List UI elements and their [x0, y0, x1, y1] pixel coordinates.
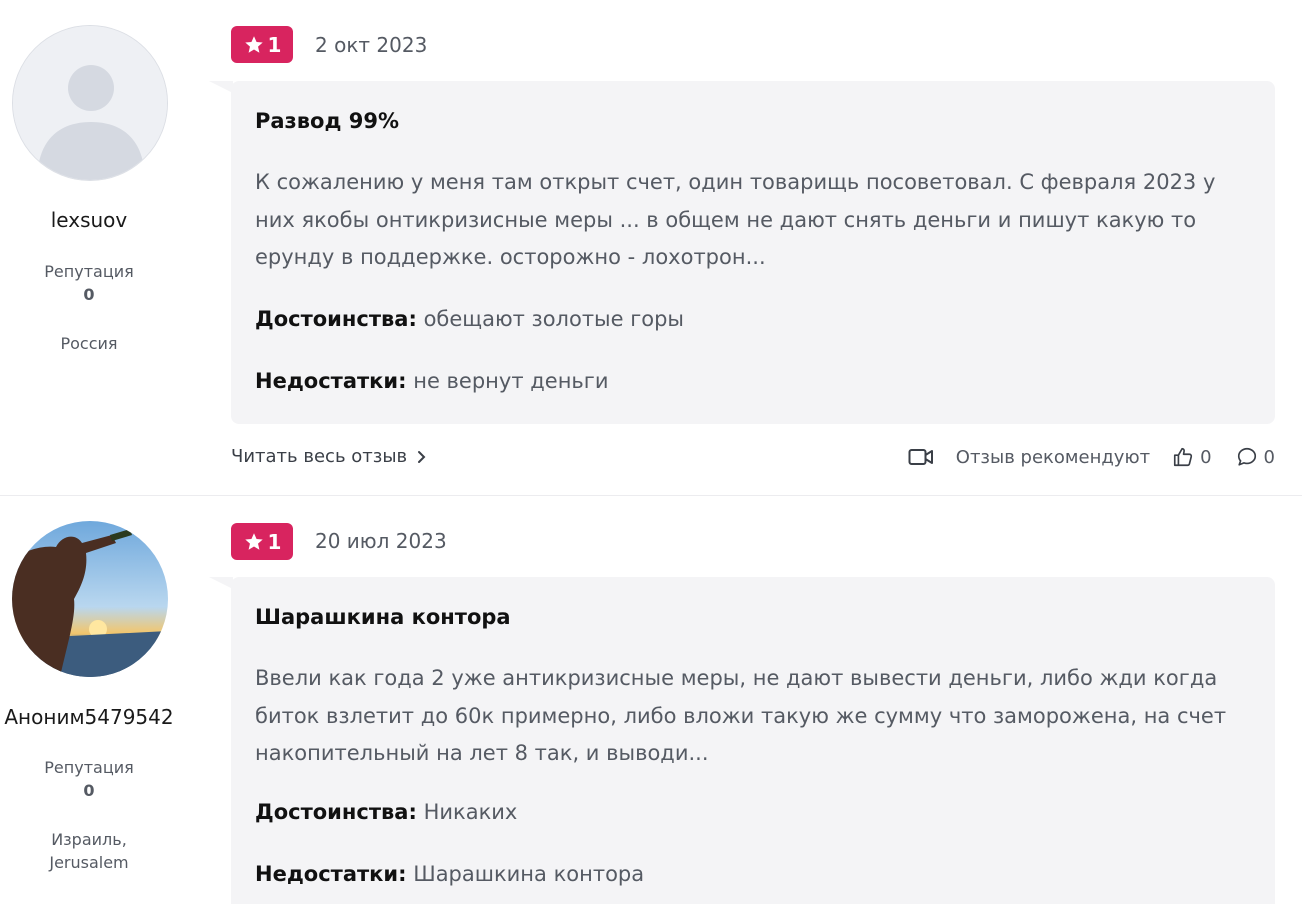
rating-badge: 1: [231, 523, 293, 560]
author-name[interactable]: Аноним5479542: [0, 705, 178, 729]
rating-value: 1: [267, 529, 282, 554]
review-item: lexsuov Репутация 0 Россия 1 2 окт 2023 …: [0, 0, 1302, 496]
read-full-review-link[interactable]: Читать весь отзыв: [231, 446, 427, 467]
thumbs-up-icon: [1174, 447, 1193, 467]
reputation-label: Репутация: [44, 262, 134, 281]
user-photo-avatar: [12, 521, 168, 677]
pros-label: Достоинства:: [255, 800, 417, 824]
comments-count: 0: [1263, 446, 1275, 468]
review-text: К сожалению у меня там открыт счет, один…: [255, 170, 1216, 269]
reputation-value: 0: [83, 781, 95, 800]
review-date: 2 окт 2023: [315, 33, 428, 57]
review-text: Ввели как года 2 уже антикризисные меры,…: [255, 666, 1227, 765]
likes-count: 0: [1200, 446, 1212, 468]
review-card: Развод 99% К сожалению у меня там открыт…: [209, 81, 1275, 424]
author-location: Россия: [60, 334, 118, 353]
star-icon: [244, 532, 263, 550]
reputation-label: Репутация: [44, 758, 134, 777]
avatar[interactable]: [12, 25, 168, 181]
default-avatar-icon: [13, 26, 167, 180]
pros-text: Никаких: [423, 800, 518, 824]
author-location: Израиль, Jerusalem: [49, 830, 129, 872]
review-title[interactable]: Развод 99%: [255, 109, 399, 133]
review-cons: Недостатки: Шарашкина контора: [255, 862, 644, 886]
rating-badge: 1: [231, 26, 293, 63]
chevron-right-icon: [418, 450, 426, 463]
review-date: 20 июл 2023: [315, 529, 447, 553]
review-item: Аноним5479542 Репутация 0 Израиль, Jerus…: [0, 497, 1302, 904]
cons-text: Шарашкина контора: [413, 862, 645, 886]
cons-text: не вернут деньги: [413, 369, 609, 393]
cons-label: Недостатки:: [255, 369, 407, 393]
review-pros: Достоинства: обещают золотые горы: [255, 307, 684, 331]
review-cons: Недостатки: не вернут деньги: [255, 369, 608, 393]
review-card: Шарашкина контора Ввели как года 2 уже а…: [209, 577, 1275, 904]
rating-value: 1: [267, 32, 282, 57]
video-camera-icon[interactable]: [908, 447, 934, 467]
star-icon: [244, 35, 263, 53]
avatar[interactable]: [12, 521, 168, 677]
author-name[interactable]: lexsuov: [0, 208, 178, 232]
comment-icon: [1237, 447, 1256, 466]
review-pros: Достоинства: Никаких: [255, 800, 517, 824]
pros-label: Достоинства:: [255, 307, 417, 331]
like-button[interactable]: 0: [1172, 446, 1212, 468]
reputation-value: 0: [83, 285, 95, 304]
review-title[interactable]: Шарашкина контора: [255, 605, 511, 629]
recommend-label: Отзыв рекомендуют: [955, 446, 1151, 468]
read-more-label: Читать весь отзыв: [231, 446, 408, 467]
pros-text: обещают золотые горы: [423, 307, 685, 331]
review-footer: Читать весь отзыв Отзыв рекомендуют 0 0: [231, 446, 1275, 470]
cons-label: Недостатки:: [255, 862, 407, 886]
comments-button[interactable]: 0: [1236, 446, 1275, 468]
review-actions: Отзыв рекомендуют 0 0: [908, 446, 1275, 468]
